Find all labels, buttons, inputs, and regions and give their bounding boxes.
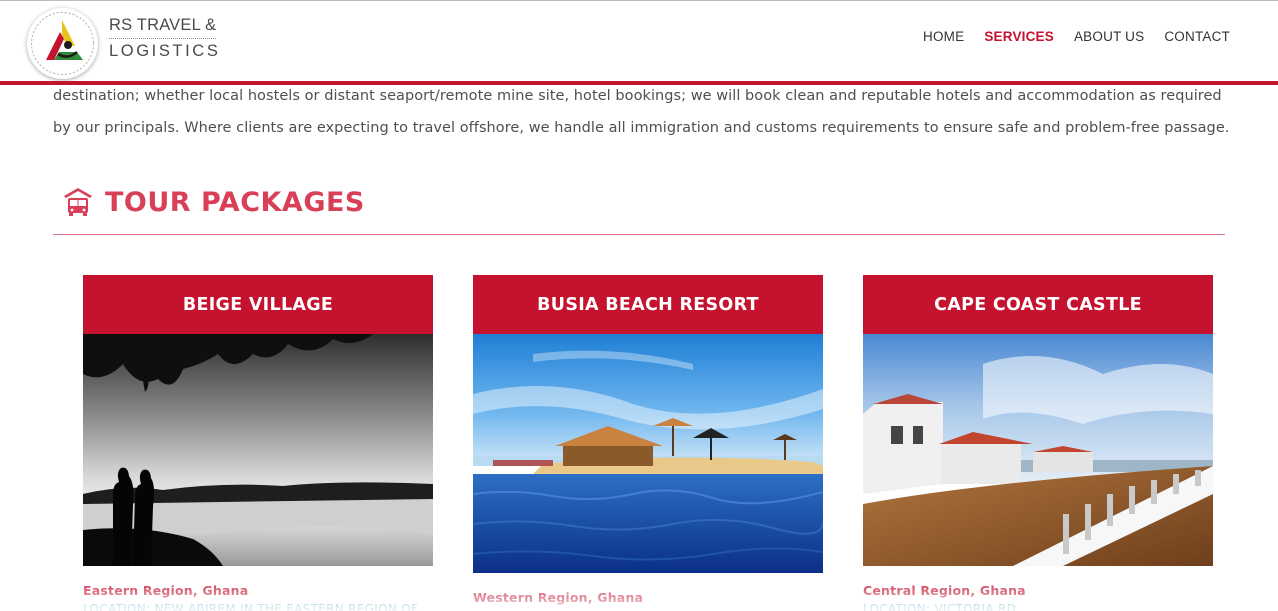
header-accent-bar xyxy=(0,81,1278,85)
logo[interactable] xyxy=(27,8,98,79)
package-card-beige-village[interactable]: BEIGE VILLAGE Eastern Region, Ghana LOCA… xyxy=(83,275,433,611)
nav-about-us-link[interactable]: ABOUT US xyxy=(1074,29,1144,44)
package-card-busia-beach-resort[interactable]: BUSIA BEACH RESORT Western Region, Ghana xyxy=(473,275,823,605)
section-divider xyxy=(53,234,1225,235)
section-title: TOUR PACKAGES xyxy=(105,186,365,218)
brand-name[interactable]: RS TRAVEL & LOGISTICS xyxy=(109,16,220,61)
package-region: Eastern Region, Ghana xyxy=(83,583,249,598)
package-title[interactable]: BEIGE VILLAGE xyxy=(83,275,433,334)
section-heading: TOUR PACKAGES xyxy=(61,186,365,218)
lake-silhouette-photo[interactable] xyxy=(83,334,433,566)
package-card-cape-coast-castle[interactable]: CAPE COAST CASTLE Central Region, Ghana … xyxy=(863,275,1213,611)
package-title[interactable]: BUSIA BEACH RESORT xyxy=(473,275,823,334)
brand-name-line1: RS TRAVEL & xyxy=(109,16,217,39)
package-location: LOCATION: NEW ABIREM IN THE EASTERN REGI… xyxy=(83,602,419,611)
package-region: Western Region, Ghana xyxy=(473,590,644,605)
castle-photo[interactable] xyxy=(863,334,1213,566)
package-region: Central Region, Ghana xyxy=(863,583,1026,598)
beach-resort-photo[interactable] xyxy=(473,334,823,573)
site-header: RS TRAVEL & LOGISTICS HOME SERVICES ABOU… xyxy=(0,0,1278,86)
nav-contact-link[interactable]: CONTACT xyxy=(1164,29,1230,44)
nav-home-link[interactable]: HOME xyxy=(923,29,964,44)
nav-services-link[interactable]: SERVICES xyxy=(984,29,1054,44)
page: RS TRAVEL & LOGISTICS HOME SERVICES ABOU… xyxy=(0,0,1278,611)
bus-icon xyxy=(64,188,92,216)
package-title[interactable]: CAPE COAST CASTLE xyxy=(863,275,1213,334)
package-location: LOCATION: VICTORIA RD xyxy=(863,602,1017,611)
main-nav: HOME SERVICES ABOUT US CONTACT xyxy=(923,29,1230,44)
intro-paragraph: destination; whether local hostels or di… xyxy=(53,88,1230,136)
logo-emblem-icon xyxy=(31,12,94,75)
brand-name-line2: LOGISTICS xyxy=(109,42,221,60)
